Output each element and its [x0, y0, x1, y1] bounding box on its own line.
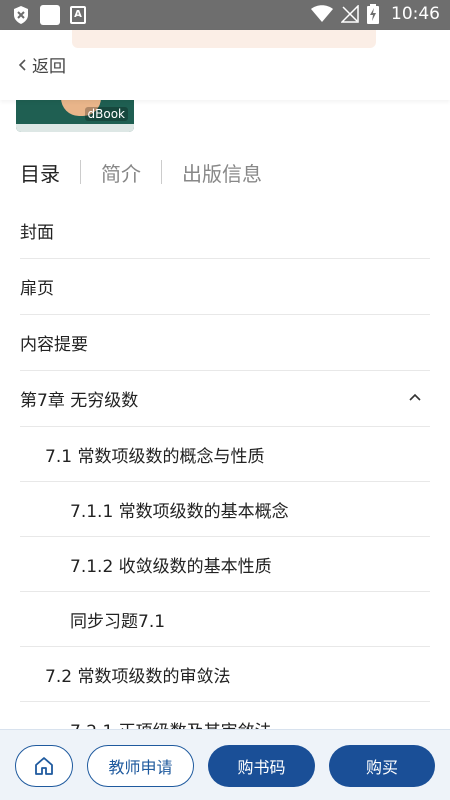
bottom-action-bar: 教师申请 购书码 购买	[0, 729, 450, 800]
shield-x-icon	[14, 6, 28, 24]
toc-item[interactable]: 7.1.1 常数项级数的基本概念	[20, 482, 430, 537]
battery-charging-icon	[367, 4, 379, 24]
toc-item[interactable]: 7.2 常数项级数的审敛法	[20, 647, 430, 702]
toc-item-label: 7.1.2 收敛级数的基本性质	[70, 556, 272, 577]
back-button[interactable]: 返回	[18, 52, 66, 77]
toc-item[interactable]: 同步习题7.1	[20, 592, 430, 647]
toc-item-label: 7.1.1 常数项级数的基本概念	[70, 501, 289, 522]
home-button[interactable]	[15, 745, 73, 787]
back-label: 返回	[32, 57, 66, 77]
status-bar: A 10:46	[0, 0, 450, 30]
chevron-left-icon	[18, 58, 26, 71]
book-code-button[interactable]: 购书码	[208, 745, 315, 787]
clock: 10:46	[391, 4, 440, 24]
a-box-icon: A	[70, 6, 86, 24]
no-signal-icon	[341, 5, 359, 23]
toc-item[interactable]: 内容提要	[20, 315, 430, 371]
toc-item-label: 内容提要	[20, 335, 88, 355]
toc-item[interactable]: 7.1 常数项级数的概念与性质	[20, 427, 430, 482]
toc-item[interactable]: 7.1.2 收敛级数的基本性质	[20, 537, 430, 592]
toc-item[interactable]: 封面	[20, 203, 430, 259]
toc-item-label: 扉页	[20, 279, 54, 299]
tab-intro[interactable]: 简介	[81, 158, 161, 187]
toc-item-label: 7.1 常数项级数的概念与性质	[45, 446, 265, 467]
toc-item-label: 封面	[20, 223, 54, 243]
tab-bar: 目录 简介 出版信息	[20, 155, 282, 189]
toc-item-label: 7.2 常数项级数的审敛法	[45, 666, 231, 687]
toc-chapter[interactable]: 第7章 无穷级数	[20, 371, 430, 427]
toc-item-label: 第7章 无穷级数	[20, 391, 139, 411]
dbook-badge: dBook	[84, 107, 128, 121]
cover-footer	[16, 124, 134, 132]
chevron-up-icon[interactable]	[408, 392, 422, 402]
buy-button[interactable]: 购买	[329, 745, 435, 787]
toc-item[interactable]: 扉页	[20, 259, 430, 315]
tab-publication-info[interactable]: 出版信息	[162, 158, 282, 187]
teacher-apply-button[interactable]: 教师申请	[87, 745, 194, 787]
home-icon	[35, 757, 53, 775]
toc-list: 封面 扉页 内容提要 第7章 无穷级数 7.1 常数项级数的概念与性质 7.1.…	[20, 203, 430, 757]
toc-item-label: 同步习题7.1	[70, 611, 166, 632]
square-icon	[40, 5, 60, 25]
wifi-icon	[311, 5, 333, 22]
toast-strip	[72, 30, 376, 48]
tab-toc[interactable]: 目录	[20, 158, 80, 187]
